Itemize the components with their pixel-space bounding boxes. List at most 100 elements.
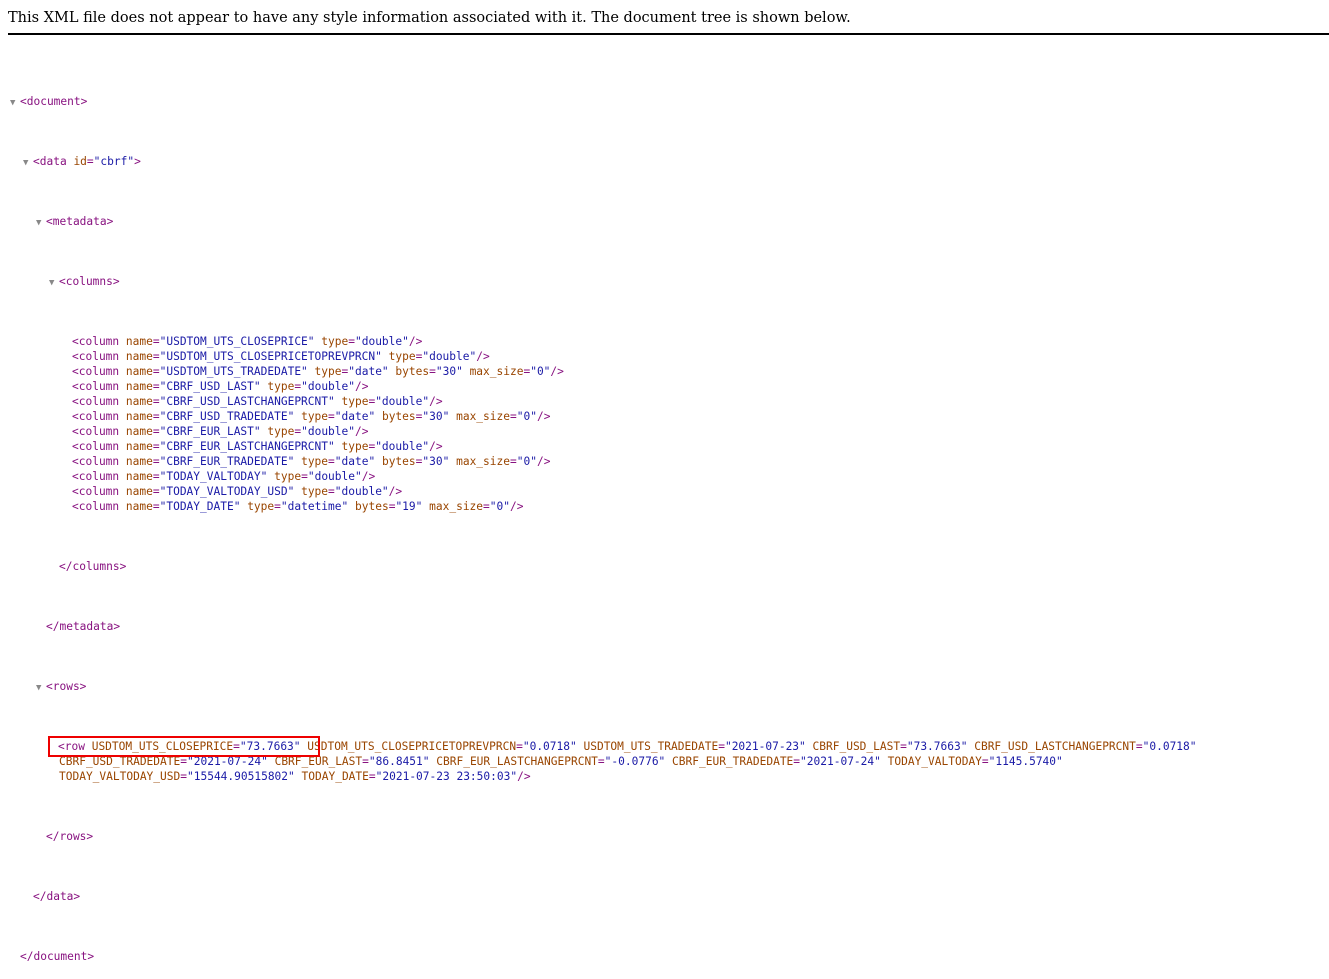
attr-value: "double" [354,335,409,348]
attr-name: CBRF_USD_TRADEDATE [59,755,181,768]
attr-name: bytes [395,365,430,378]
row-attr: CBRF_USD_LAST="73.7663" [813,740,968,753]
attr-value: "0.0718" [522,740,577,753]
rows-close-tag: </rows> [46,830,94,843]
column-line: <column name="USDTOM_UTS_CLOSEPRICE" typ… [0,334,1329,349]
document-open-tag: <document> [20,95,88,108]
attr-eq: = [328,410,335,423]
attr-eq: = [348,335,355,348]
columns-open-line: ▼ <columns> [0,274,1329,289]
attr-name: TODAY_DATE [301,770,369,783]
attr-name: CBRF_EUR_TRADEDATE [672,755,794,768]
attr-name: type [247,500,275,513]
attr-value: "73.7663" [239,740,301,753]
attr-name: type [301,485,329,498]
attr-name: name [125,425,153,438]
attr-value: "30" [422,455,450,468]
attr-name: name [125,380,153,393]
collapse-toggle-icon[interactable]: ▼ [23,156,33,171]
column-tag: <column [72,380,120,393]
attr-name: type [388,350,416,363]
attr-value: "TODAY_DATE" [159,500,241,513]
self-close: /> [510,500,524,513]
attr-name: TODAY_VALTODAY_USD [59,770,181,783]
self-close: /> [429,440,443,453]
attr-value: "1145.5740" [988,755,1063,768]
attr-name: USDTOM_UTS_CLOSEPRICETOPREVPRCN [307,740,517,753]
attr-value: "date" [334,455,376,468]
columns-open-tag: <columns> [59,275,120,288]
attr-value: "TODAY_VALTODAY" [159,470,268,483]
attr-eq: = [152,395,160,408]
attr-eq: = [152,350,160,363]
column-line: <column name="TODAY_VALTODAY" type="doub… [0,469,1329,484]
column-line: <column name="CBRF_USD_LAST" type="doubl… [0,379,1329,394]
attr-eq: = [152,485,160,498]
self-close: /> [536,455,551,468]
collapse-toggle-icon[interactable]: ▼ [36,681,46,696]
attr-eq: = [509,410,517,423]
collapse-toggle-icon[interactable]: ▼ [10,96,20,111]
attr-eq: = [328,455,335,468]
attr-value: "2021-07-24" [187,755,268,768]
attr-value: "USDTOM_UTS_TRADEDATE" [159,365,308,378]
attr-value: "2021-07-23" [724,740,806,753]
row-attr: USDTOM_UTS_CLOSEPRICETOPREVPRCN="0.0718" [307,740,576,753]
columns-close-tag: </columns> [59,560,127,573]
data-open-tag: <data [33,155,67,168]
column-line: <column name="CBRF_USD_TRADEDATE" type="… [0,409,1329,424]
attr-name: type [274,470,302,483]
self-close: /> [429,395,443,408]
column-tag: <column [72,440,120,453]
attr-value: "15544.90515802" [187,770,295,783]
attr-eq: = [301,470,308,483]
metadata-open-tag: <metadata> [46,215,114,228]
row-content: <row USDTOM_UTS_CLOSEPRICE="73.7663" USD… [58,739,1275,784]
document-close-tag: </document> [20,950,95,963]
rows-open-tag: <rows> [46,680,87,693]
self-close: /> [476,350,490,363]
attr-name: max_size [456,455,510,468]
attr-name: CBRF_EUR_LASTCHANGEPRCNT [436,755,598,768]
attr-value: "TODAY_VALTODAY_USD" [159,485,295,498]
attr-value: "USDTOM_UTS_CLOSEPRICETOPREVPRCN" [159,350,382,363]
column-line: <column name="CBRF_EUR_TRADEDATE" type="… [0,454,1329,469]
attr-name: name [125,500,153,513]
self-close: /> [355,380,369,393]
attr-value: "0" [516,410,537,423]
attr-value: "CBRF_EUR_TRADEDATE" [159,455,295,468]
collapse-toggle-icon[interactable]: ▼ [36,216,46,231]
column-tag: <column [72,350,120,363]
attr-eq: = [328,485,335,498]
attr-name: type [267,380,295,393]
attr-name: name [125,455,153,468]
row-attr: TODAY_VALTODAY_USD="15544.90515802" [59,770,295,783]
attr-eq: = [368,770,376,783]
self-close: /> [517,770,531,783]
attr-value: "double" [334,485,389,498]
attr-name: CBRF_USD_LAST [812,740,901,753]
attr-value: "0" [489,500,510,513]
attr-name: CBRF_EUR_LAST [274,755,363,768]
attr-name: name [125,395,153,408]
row-attr: CBRF_USD_LASTCHANGEPRCNT="0.0718" [974,740,1196,753]
attr-eq: = [509,455,517,468]
collapse-toggle-icon[interactable]: ▼ [49,276,59,291]
attr-value: "cbrf" [93,155,135,168]
self-close: /> [388,485,403,498]
attr-value: "CBRF_USD_LASTCHANGEPRCNT" [159,395,335,408]
attr-eq: = [483,500,490,513]
column-line: <column name="CBRF_EUR_LASTCHANGEPRCNT" … [0,439,1329,454]
column-line: <column name="CBRF_EUR_LAST" type="doubl… [0,424,1329,439]
data-close-line: </data> [0,889,1329,904]
attr-name: bytes [355,500,389,513]
attr-value: "date" [348,365,389,378]
attr-name: bytes [381,455,416,468]
column-line: <column name="TODAY_VALTODAY_USD" type="… [0,484,1329,499]
self-close: /> [408,335,423,348]
attr-value: "double" [375,395,430,408]
attr-eq: = [86,155,94,168]
attr-value: "date" [334,410,376,423]
data-open-line: ▼ <data id="cbrf"> [0,154,1329,169]
attr-eq: = [152,500,160,513]
